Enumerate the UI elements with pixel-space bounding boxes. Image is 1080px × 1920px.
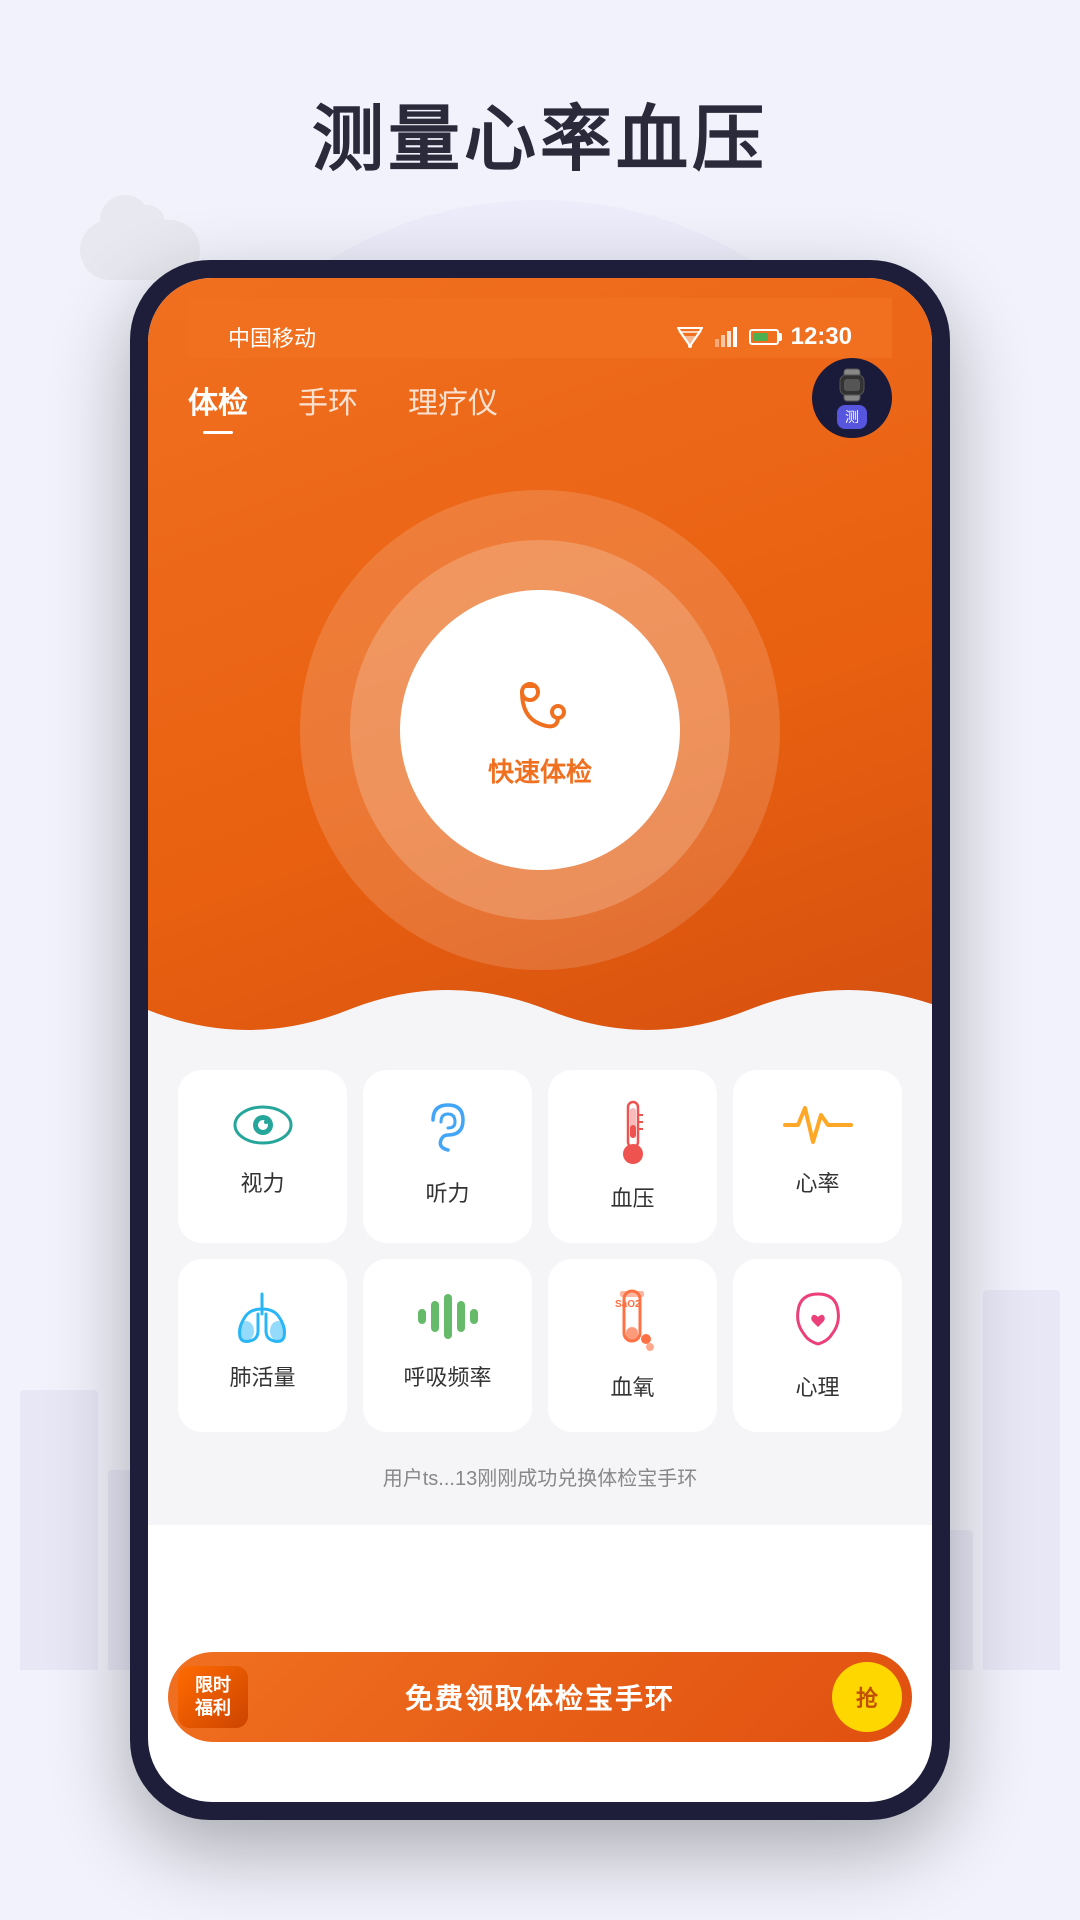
background: 测量心率血压 中国移动 [0, 0, 1080, 1920]
banner-grab-button[interactable]: 抢 [832, 1662, 902, 1732]
wave-divider [148, 970, 932, 1050]
status-time: 12:30 [791, 323, 852, 351]
quick-exam-button[interactable]: 快速体检 [400, 590, 680, 870]
hr-label: 心率 [795, 1166, 839, 1198]
breath-icon [413, 1289, 483, 1344]
mental-card[interactable]: 心理 [733, 1259, 902, 1432]
quick-exam-outer-circle: 快速体检 [300, 490, 780, 970]
lung-label: 肺活量 [229, 1360, 295, 1392]
svg-text:SaO2: SaO2 [615, 1299, 641, 1310]
battery-fill [753, 333, 768, 341]
breath-card[interactable]: 呼吸频率 [363, 1259, 532, 1432]
breath-label: 呼吸频率 [403, 1360, 491, 1392]
notification-text: 用户ts...13刚刚成功兑换体检宝手环 [383, 1468, 697, 1490]
hearing-card[interactable]: 听力 [363, 1070, 532, 1243]
hearing-label: 听力 [425, 1176, 469, 1208]
wifi-icon [677, 326, 703, 348]
nav-tabs: 体检 手环 理疗仪 [188, 378, 892, 430]
status-bar: 中国移动 [188, 298, 892, 358]
ear-icon [423, 1100, 473, 1160]
pulse-icon [783, 1100, 853, 1150]
vision-label: 视力 [240, 1166, 284, 1198]
bloodpressure-card[interactable]: 血压 [548, 1070, 717, 1243]
icon-grid-row1: 视力 听力 [178, 1070, 902, 1243]
signal-icon [715, 327, 737, 347]
notification-bar: 用户ts...13刚刚成功兑换体检宝手环 [178, 1448, 902, 1505]
lung-card[interactable]: 肺活量 [178, 1259, 347, 1432]
white-section: 视力 听力 [148, 1050, 932, 1525]
carrier-label: 中国移动 [228, 321, 316, 353]
banner-badge: 限时 福利 [178, 1666, 248, 1729]
banner-main-text: 免费领取体检宝手环 [248, 1677, 832, 1717]
mental-label: 心理 [795, 1370, 839, 1402]
bottom-banner[interactable]: 限时 福利 免费领取体检宝手环 抢 [168, 1652, 912, 1742]
tab-exam[interactable]: 体检 [188, 378, 248, 430]
wristband-icon [834, 367, 870, 403]
quick-exam-mid-circle: 快速体检 [350, 540, 730, 920]
lung-icon [230, 1289, 295, 1344]
wristband-badge[interactable]: 测 [812, 358, 892, 438]
brain-icon [788, 1289, 848, 1354]
orange-section: 中国移动 [148, 278, 932, 1050]
phone-frame: 中国移动 [130, 260, 950, 1820]
spo2-label: 血氧 [610, 1370, 654, 1402]
stethoscope-icon [500, 672, 580, 752]
tab-therapy[interactable]: 理疗仪 [408, 378, 498, 430]
thermometer-icon [613, 1100, 653, 1165]
eye-icon [233, 1100, 293, 1150]
tab-wristband[interactable]: 手环 [298, 378, 358, 430]
heartrate-card[interactable]: 心率 [733, 1070, 902, 1243]
spo2-card[interactable]: SaO2 血氧 [548, 1259, 717, 1432]
page-title: 测量心率血压 [0, 80, 1080, 185]
quick-exam-label: 快速体检 [488, 752, 592, 789]
bp-label: 血压 [610, 1181, 654, 1213]
wristband-badge-label: 测 [837, 405, 867, 429]
vision-card[interactable]: 视力 [178, 1070, 347, 1243]
icon-grid-row2: 肺活量 呼吸频率 [178, 1259, 902, 1432]
phone-screen: 中国移动 [148, 278, 932, 1802]
sao2-icon: SaO2 [610, 1289, 655, 1354]
battery-icon [749, 329, 779, 345]
status-icons: 12:30 [677, 323, 852, 351]
